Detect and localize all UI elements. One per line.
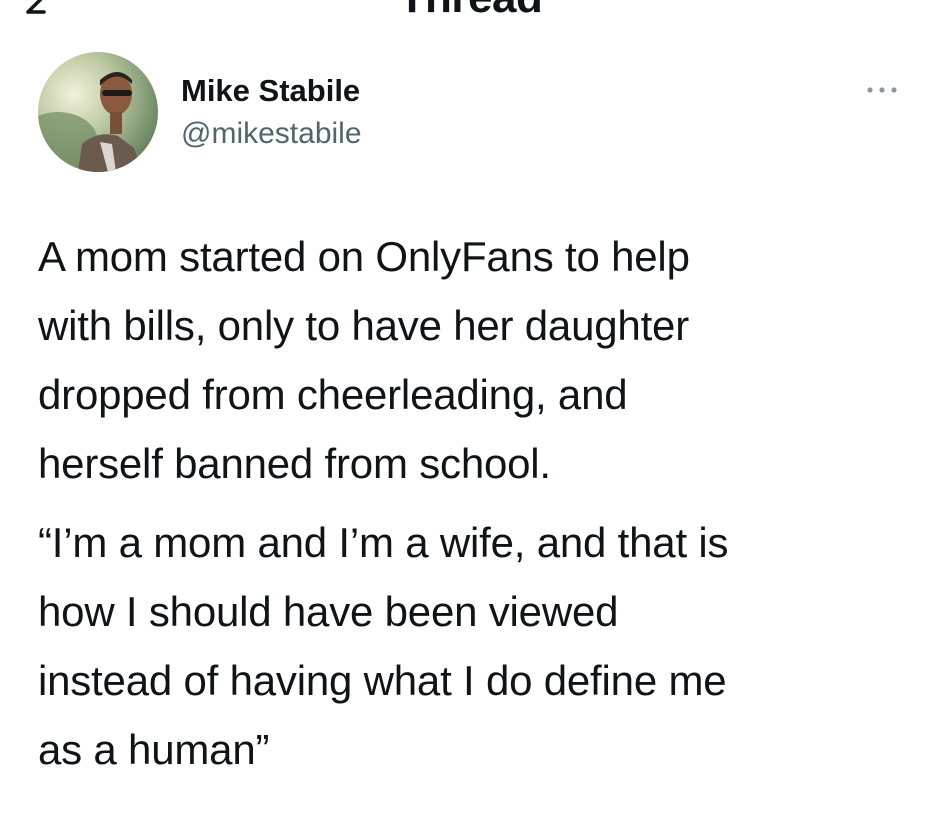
page-title: Thread — [0, 0, 941, 20]
more-horizontal-icon[interactable] — [862, 80, 902, 100]
tweet-thread-page: Thread Mike Stabile @mikestabile — [0, 0, 941, 816]
profile-photo — [38, 52, 158, 172]
author-handle[interactable]: @mikestabile — [181, 115, 362, 153]
avatar[interactable] — [38, 52, 158, 172]
tweet-paragraph: “I’m a mom and I’m a wife, and that is h… — [38, 519, 729, 773]
author-name[interactable]: Mike Stabile — [181, 72, 360, 110]
tweet-paragraph: A mom started on OnlyFans to help with b… — [38, 233, 690, 487]
top-navigation-bar: Thread — [0, 0, 941, 38]
tweet-text: A mom started on OnlyFans to help with b… — [38, 222, 918, 784]
